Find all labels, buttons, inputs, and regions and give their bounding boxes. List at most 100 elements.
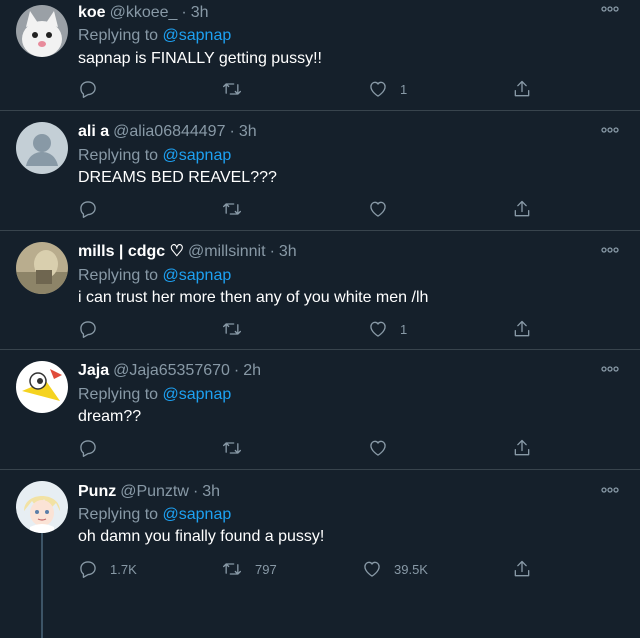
tweet-text: oh damn you finally found a pussy! xyxy=(78,528,325,545)
tweet-actions xyxy=(78,437,548,459)
user-handle[interactable]: @millsinnit xyxy=(188,243,266,260)
reply-button[interactable] xyxy=(78,318,110,340)
tweet-text: sapnap is FINALLY getting pussy!! xyxy=(78,50,322,67)
retweet-button[interactable]: 797 xyxy=(221,558,277,580)
mention-link[interactable]: @sapnap xyxy=(163,27,232,44)
timestamp[interactable]: 3h xyxy=(202,483,220,500)
retweet-button[interactable] xyxy=(221,78,255,100)
more-options-icon[interactable] xyxy=(600,245,620,255)
reply-button[interactable]: 1.7K xyxy=(78,558,137,580)
retweet-button[interactable] xyxy=(221,437,255,459)
display-name[interactable]: Jaja xyxy=(78,362,109,379)
share-button[interactable] xyxy=(512,78,532,100)
replying-to: Replying to @sapnap xyxy=(78,265,231,287)
retweet-icon xyxy=(223,563,241,575)
heart-icon xyxy=(370,440,386,456)
user-handle[interactable]: @Jaja65357670 xyxy=(113,362,230,379)
reply-icon xyxy=(80,81,96,98)
share-button[interactable] xyxy=(512,558,532,580)
anime-character-avatar xyxy=(16,481,68,533)
tweet-text: DREAMS BED REAVEL??? xyxy=(78,169,277,186)
heart-icon xyxy=(370,201,386,217)
like-button[interactable]: 1 xyxy=(368,78,407,100)
display-name[interactable]: ali a xyxy=(78,123,109,140)
default-profile-avatar xyxy=(16,122,68,174)
retweet-button[interactable] xyxy=(221,198,255,220)
replying-to-label: Replying to xyxy=(78,267,159,284)
reply-icon xyxy=(80,561,96,578)
replying-to-label: Replying to xyxy=(78,27,159,44)
tweet-actions: 1 xyxy=(78,78,548,100)
more-options-icon[interactable] xyxy=(600,125,620,135)
white-kitten-avatar xyxy=(16,5,68,57)
timestamp[interactable]: 3h xyxy=(239,123,257,140)
separator-dot: · xyxy=(229,123,235,140)
retweet-count: 797 xyxy=(255,561,277,577)
reply-button[interactable] xyxy=(78,78,110,100)
heart-icon xyxy=(364,561,380,577)
avatar[interactable] xyxy=(16,122,68,174)
user-handle[interactable]: @Punztw xyxy=(120,483,189,500)
user-handle[interactable]: @alia06844497 xyxy=(113,123,225,140)
separator-dot: · xyxy=(269,243,275,260)
retweet-icon xyxy=(223,442,241,454)
heart-icon xyxy=(370,321,386,337)
like-button[interactable]: 39.5K xyxy=(362,558,428,580)
heart-icon xyxy=(370,81,386,97)
more-options-icon[interactable] xyxy=(600,364,620,374)
retweet-icon xyxy=(223,83,241,95)
share-button[interactable] xyxy=(512,318,532,340)
user-handle[interactable]: @kkoee_ xyxy=(110,4,178,21)
like-button[interactable] xyxy=(368,198,400,220)
like-button[interactable] xyxy=(368,437,400,459)
timestamp[interactable]: 3h xyxy=(279,243,297,260)
like-button[interactable]: 1 xyxy=(368,318,407,340)
tweet-mills[interactable]: mills | cdgc ♡ @millsinnit · 3h Replying to… xyxy=(0,231,640,350)
timestamp[interactable]: 3h xyxy=(191,4,209,21)
retweet-icon xyxy=(223,323,241,335)
replying-to: Replying to @sapnap xyxy=(78,145,231,167)
replying-to: Replying to @sapnap xyxy=(78,504,231,526)
share-icon xyxy=(514,320,530,337)
mention-link[interactable]: @sapnap xyxy=(163,386,232,403)
reply-count: 1.7K xyxy=(110,561,137,577)
share-icon xyxy=(514,560,530,577)
retweet-icon xyxy=(223,203,241,215)
tweet-koe[interactable]: koe @kkoee_ · 3h Replying to @sapnap sapnap… xyxy=(0,0,640,111)
tweet-ali-a[interactable]: ali a @alia06844497 · 3h Replying to @sapna… xyxy=(0,111,640,231)
share-button[interactable] xyxy=(512,198,532,220)
like-count: 39.5K xyxy=(394,561,428,577)
more-options-icon[interactable] xyxy=(600,4,620,14)
reply-icon xyxy=(80,321,96,338)
share-button[interactable] xyxy=(512,437,532,459)
avatar[interactable] xyxy=(16,361,68,413)
retweet-button[interactable] xyxy=(221,318,255,340)
timestamp[interactable]: 2h xyxy=(243,362,261,379)
replying-to-label: Replying to xyxy=(78,506,159,523)
mention-link[interactable]: @sapnap xyxy=(163,267,232,284)
avatar[interactable] xyxy=(16,481,68,533)
tweet-actions: 1 xyxy=(78,318,548,340)
mention-link[interactable]: @sapnap xyxy=(163,147,232,164)
replying-to: Replying to @sapnap xyxy=(78,25,231,47)
display-name[interactable]: koe xyxy=(78,4,106,21)
tweet-actions xyxy=(78,198,548,220)
cartoon-bird-avatar xyxy=(16,361,68,413)
photo-avatar xyxy=(16,242,68,294)
display-name[interactable]: mills | cdgc ♡ xyxy=(78,243,184,260)
replying-to-label: Replying to xyxy=(78,386,159,403)
mention-link[interactable]: @sapnap xyxy=(163,506,232,523)
avatar[interactable] xyxy=(16,5,68,57)
reply-button[interactable] xyxy=(78,198,110,220)
tweet-jaja[interactable]: Jaja @Jaja65357670 · 2h Replying to @sapnap… xyxy=(0,350,640,470)
tweet-text: dream?? xyxy=(78,408,142,425)
more-options-icon[interactable] xyxy=(600,485,620,495)
reply-button[interactable] xyxy=(78,437,110,459)
reply-icon xyxy=(80,201,96,218)
replying-to: Replying to @sapnap xyxy=(78,384,231,406)
tweet-actions: 1.7K 797 39.5K xyxy=(78,558,548,580)
tweet-punz[interactable]: Punz @Punztw · 3h Replying to @sapnap oh da… xyxy=(0,470,640,638)
avatar[interactable] xyxy=(16,242,68,294)
reply-feed: koe @kkoee_ · 3h Replying to @sapnap sapnap… xyxy=(0,0,640,638)
display-name[interactable]: Punz xyxy=(78,483,116,500)
